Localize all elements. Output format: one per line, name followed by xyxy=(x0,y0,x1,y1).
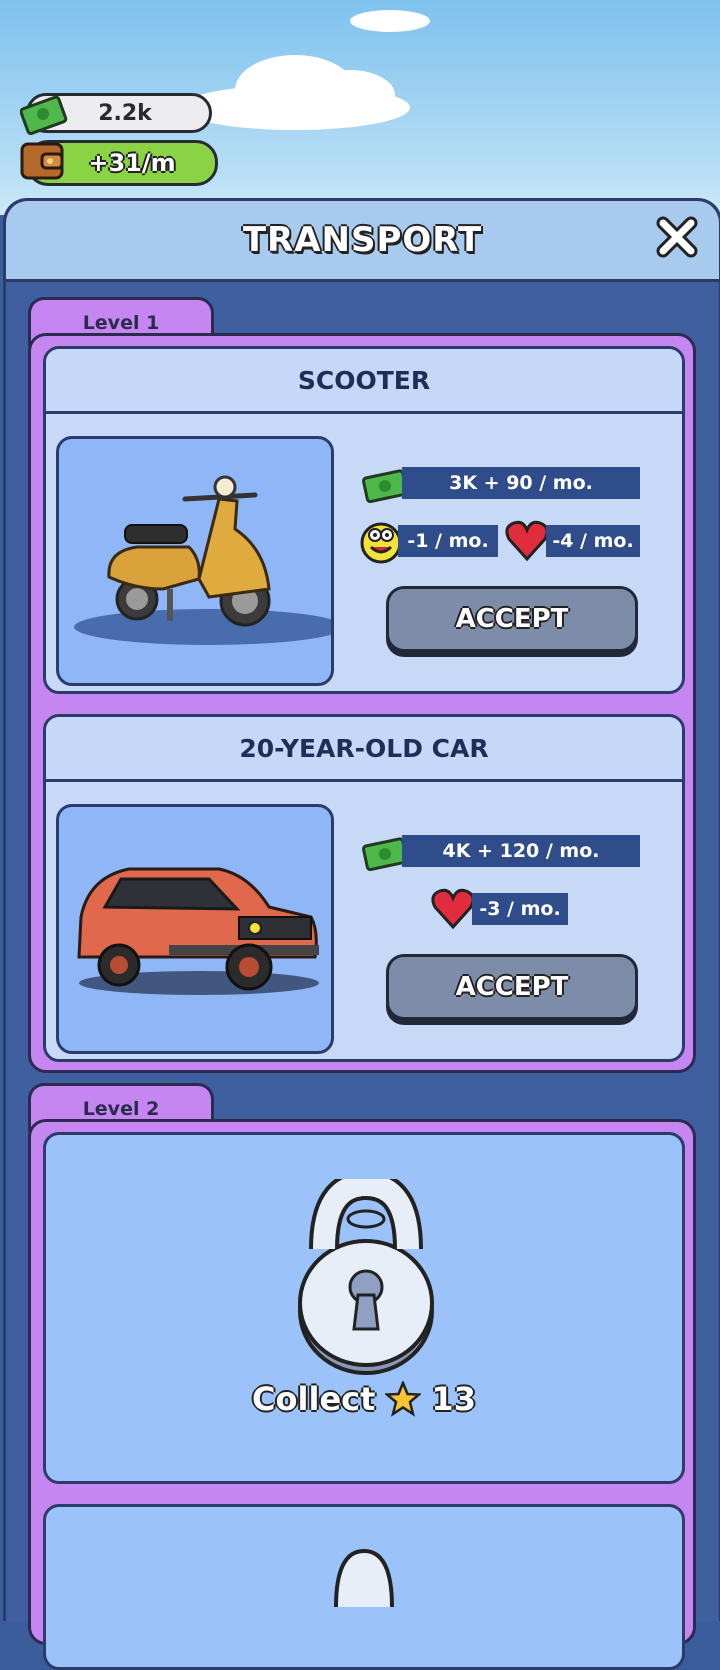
accept-button[interactable]: ACCEPT xyxy=(386,954,638,1020)
accept-label: ACCEPT xyxy=(455,604,569,634)
cost-stat: 4K + 120 / mo. xyxy=(402,835,640,867)
car-card: 20-YEAR-OLD CAR 4K + 120 / mo. -3 / mo. … xyxy=(43,714,685,1062)
level-1-section: SCOOTER 3K + 90 / mo. -1 / mo. -4 / mo. … xyxy=(28,333,696,1073)
health-stat: -3 / mo. xyxy=(472,893,568,925)
card-title: SCOOTER xyxy=(46,349,682,414)
panel-title: TRANSPORT xyxy=(242,220,483,260)
collect-label: Collect xyxy=(252,1380,376,1418)
health-stat: -4 / mo. xyxy=(546,525,640,557)
wallet-icon xyxy=(20,140,66,186)
lock-icon xyxy=(334,1548,394,1607)
scooter-image xyxy=(56,436,334,686)
star-icon xyxy=(385,1381,422,1417)
cost-value: 4K + 120 / mo. xyxy=(442,840,600,862)
cost-value: 3K + 90 / mo. xyxy=(449,472,593,494)
cost-stat: 3K + 90 / mo. xyxy=(402,467,640,499)
mood-stat: -1 / mo. xyxy=(398,525,498,557)
accept-button[interactable]: ACCEPT xyxy=(386,586,638,652)
lock-icon xyxy=(298,1179,434,1375)
cash-icon xyxy=(19,92,68,140)
accept-label: ACCEPT xyxy=(455,972,569,1002)
level-2-label: Level 2 xyxy=(82,1098,160,1120)
health-value: -3 / mo. xyxy=(479,898,561,920)
money-value: 2.2k xyxy=(98,100,152,126)
collect-requirement: Collect 13 xyxy=(46,1380,682,1418)
car-image xyxy=(56,804,334,1054)
level-2-section: Collect 13 xyxy=(28,1119,696,1670)
locked-card xyxy=(43,1504,685,1670)
transport-panel: TRANSPORT Level 1 SCOOTER 3K + 90 / mo. … xyxy=(3,198,720,1670)
mood-value: -1 / mo. xyxy=(407,530,489,552)
close-icon xyxy=(656,216,698,258)
income-value: +31/m xyxy=(88,149,176,177)
heart-icon xyxy=(430,887,476,935)
star-count: 13 xyxy=(431,1380,476,1418)
cloud xyxy=(305,70,395,120)
health-value: -4 / mo. xyxy=(552,530,634,552)
cloud xyxy=(350,10,430,32)
heart-icon xyxy=(504,519,550,567)
level-1-label: Level 1 xyxy=(82,312,160,334)
panel-header: TRANSPORT xyxy=(6,201,719,282)
close-button[interactable] xyxy=(653,213,701,261)
locked-card: Collect 13 xyxy=(43,1132,685,1484)
card-title: 20-YEAR-OLD CAR xyxy=(46,717,682,782)
scooter-card: SCOOTER 3K + 90 / mo. -1 / mo. -4 / mo. … xyxy=(43,346,685,694)
